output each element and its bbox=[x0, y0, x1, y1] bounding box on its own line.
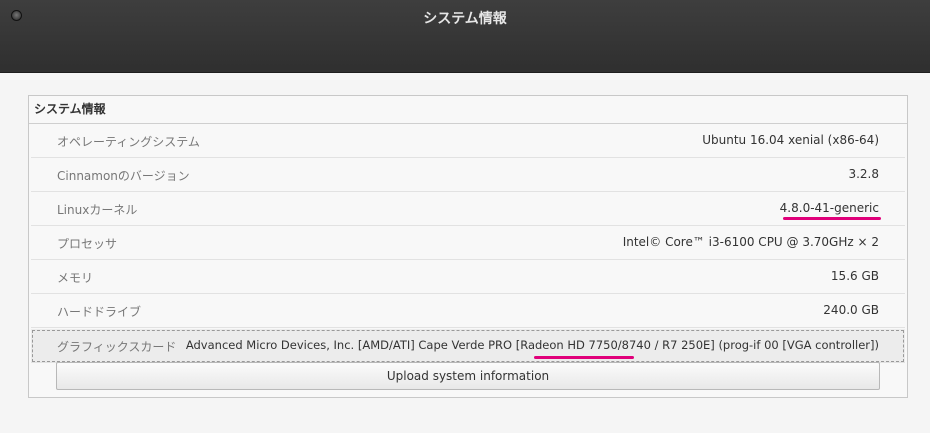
upload-system-info-button[interactable]: Upload system information bbox=[56, 362, 880, 390]
info-value: 240.0 GB bbox=[823, 303, 879, 317]
info-label: グラフィックスカード bbox=[57, 340, 177, 354]
system-info-panel: システム情報 オペレーティングシステム Ubuntu 16.04 xenial … bbox=[28, 95, 908, 398]
info-value: 3.2.8 bbox=[848, 167, 879, 181]
highlight-underline bbox=[534, 356, 634, 359]
window-title: システム情報 bbox=[423, 11, 507, 27]
info-row-graphics-card[interactable]: グラフィックスカード Advanced Micro Devices, Inc. … bbox=[31, 329, 905, 363]
info-row-linux-kernel: Linuxカーネル 4.8.0-41-generic bbox=[31, 192, 905, 226]
info-label: Linuxカーネル bbox=[57, 203, 138, 217]
info-value: Advanced Micro Devices, Inc. [AMD/ATI] C… bbox=[185, 338, 879, 352]
window-titlebar: システム情報 bbox=[0, 0, 930, 73]
highlight-underline bbox=[783, 217, 881, 220]
info-row-cinnamon-version: Cinnamonのバージョン 3.2.8 bbox=[31, 158, 905, 192]
info-row-processor: プロセッサ Intel© Core™ i3-6100 CPU @ 3.70GHz… bbox=[31, 226, 905, 260]
info-row-hard-drive: ハードドライブ 240.0 GB bbox=[31, 294, 905, 328]
info-row-os: オペレーティングシステム Ubuntu 16.04 xenial (x86-64… bbox=[31, 124, 905, 158]
info-label: Cinnamonのバージョン bbox=[57, 169, 190, 183]
info-label: プロセッサ bbox=[57, 237, 118, 251]
section-title: システム情報 bbox=[29, 96, 907, 124]
info-value: Intel© Core™ i3-6100 CPU @ 3.70GHz × 2 bbox=[622, 235, 879, 249]
info-label: オペレーティングシステム bbox=[57, 135, 200, 149]
info-row-memory: メモリ 15.6 GB bbox=[31, 260, 905, 294]
info-value: 4.8.0-41-generic bbox=[779, 201, 879, 215]
info-value: Ubuntu 16.04 xenial (x86-64) bbox=[702, 133, 879, 147]
info-value: 15.6 GB bbox=[830, 269, 879, 283]
info-label: ハードドライブ bbox=[57, 305, 142, 319]
info-label: メモリ bbox=[57, 271, 94, 285]
